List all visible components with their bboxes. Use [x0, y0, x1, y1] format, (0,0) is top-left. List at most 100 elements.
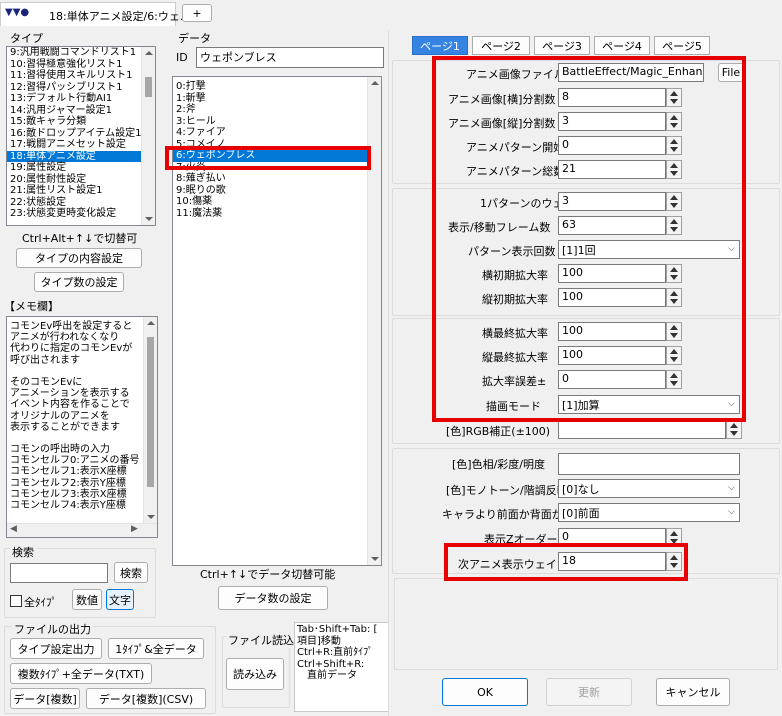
type-list-item[interactable]: 20:属性耐性設定 — [7, 174, 143, 186]
type-list-item[interactable]: 21:属性リスト設定1 — [7, 185, 143, 197]
type-content-button[interactable]: タイプの内容設定 — [16, 248, 142, 268]
memo-line: 呼び出されます — [10, 354, 80, 366]
chevron-down-icon: ⌵ — [728, 483, 735, 493]
all-types-label: 全ﾀｲﾌﾟ — [24, 596, 57, 609]
type-list-item[interactable]: 15:敵キャラ分類 — [7, 116, 143, 128]
add-tab-button[interactable]: + — [182, 4, 212, 22]
type-list-item[interactable]: 10:習得極意強化リスト1 — [7, 59, 143, 71]
memo-scrollbar[interactable] — [143, 317, 157, 523]
text-search-button[interactable]: 文字 — [106, 589, 134, 610]
memo-line: 代わりに指定のコモンEvが — [10, 343, 133, 355]
scroll-thumb[interactable] — [147, 337, 154, 487]
scroll-down-icon[interactable] — [147, 515, 155, 519]
type-list-item[interactable]: 16:敵ドロップアイテム設定1 — [7, 128, 143, 140]
type-list-item[interactable]: 14:汎用ジャマー設定1 — [7, 105, 143, 117]
type-list-item[interactable]: 11:習得使用スキルリスト1 — [7, 70, 143, 82]
type-output-button[interactable]: タイプ設定出力 — [10, 638, 102, 659]
data-list-item[interactable]: 10:傷薬 — [173, 196, 367, 208]
memo-hscrollbar[interactable]: ◀ ▶ — [7, 523, 157, 537]
memo-line: コモンセルフ3:表示X座標 — [10, 488, 127, 500]
data-multi-button[interactable]: データ[複数] — [10, 688, 80, 709]
type-list-item[interactable]: 22:状態設定 — [7, 197, 143, 209]
type-list-scrollbar[interactable] — [141, 47, 155, 225]
data-name-input[interactable]: ウェポンブレス — [196, 47, 384, 68]
front-back-label: キャラより前面か背面か — [442, 508, 563, 521]
rgb-spinner[interactable] — [726, 420, 742, 439]
data-list-item[interactable]: 11:魔法薬 — [173, 208, 367, 220]
tab-page-2[interactable]: ページ2 — [472, 36, 530, 55]
shortcut-line: Ctrl+Shift+R: — [297, 658, 365, 670]
data-list-item[interactable]: 3:ヒール — [173, 116, 367, 128]
type-label: タイプ — [10, 32, 43, 45]
data-list-item[interactable]: 4:ファイア — [173, 127, 367, 139]
memo-line: コモンの呼出時の入力 — [10, 444, 110, 456]
all-types-checkbox[interactable] — [10, 595, 22, 607]
rgb-input[interactable] — [558, 420, 726, 439]
data-list-item[interactable]: 2:斧 — [173, 104, 367, 116]
file-read-label: ファイル読込 — [226, 632, 296, 648]
hsv-input[interactable] — [558, 453, 740, 475]
tab-page-4[interactable]: ページ4 — [594, 36, 650, 55]
window-tab[interactable]: ▼▼● 18:単体アニメ設定/6:ウェ... — [0, 2, 190, 26]
type-list-item[interactable]: 13:デフォルト行動AI1 — [7, 93, 143, 105]
search-label: 検索 — [10, 544, 36, 560]
scroll-up-icon[interactable] — [371, 81, 379, 85]
memo-line: アニメーションを表示する — [10, 388, 130, 400]
tab-page-3[interactable]: ページ3 — [534, 36, 590, 55]
window-title: 18:単体アニメ設定/6:ウェ... — [49, 10, 191, 23]
collapse-icon[interactable]: ▼▼● — [5, 7, 29, 18]
memo-line: オリジナルのアニメを — [10, 410, 110, 422]
shortcut-line: Tab･Shift+Tab: [ — [297, 624, 378, 635]
type-list-item[interactable]: 17:戦闘アニメセット設定 — [7, 139, 143, 151]
scroll-up-icon[interactable] — [147, 321, 155, 325]
read-button[interactable]: 読み込み — [226, 658, 284, 690]
hsv-label: [色]色相/彩度/明度 — [452, 458, 545, 471]
one-type-all-button[interactable]: 1ﾀｲﾌﾟ&全データ — [108, 638, 204, 659]
memo-line: そのコモンEvに — [10, 376, 83, 388]
data-switch-hint: Ctrl+↑↓でデータ切替可能 — [200, 568, 336, 581]
tab-page-1[interactable]: ページ1 — [412, 36, 468, 55]
front-back-value: [0]前面 — [562, 507, 600, 520]
numeric-search-button[interactable]: 数値 — [72, 589, 102, 610]
type-switch-hint: Ctrl+Alt+↑↓で切替可 — [22, 232, 138, 245]
memo-line: コモンセルフ0:アニメの番号 — [10, 455, 140, 467]
settings-highlight — [432, 56, 746, 422]
data-multi-csv-button[interactable]: データ[複数](CSV) — [86, 688, 206, 709]
type-list-item[interactable]: 19:属性設定 — [7, 162, 143, 174]
scroll-down-icon[interactable] — [371, 557, 379, 561]
shortcut-line: 項目]移動 — [297, 635, 341, 647]
mono-value: [0]なし — [562, 483, 600, 496]
type-list-item[interactable]: 9:汎用戦闘コマンドリスト1 — [7, 47, 143, 59]
memo-textarea[interactable]: コモンEv呼出を設定すると アニメが行われなくなり 代わりに指定のコモンEvが 呼び出… — [6, 316, 158, 538]
memo-line: コモンEv呼出を設定すると — [10, 321, 133, 332]
data-list-item[interactable]: 0:打撃 — [173, 81, 367, 93]
update-button[interactable]: 更新 — [546, 678, 632, 706]
type-count-button[interactable]: タイプ数の設定 — [34, 272, 124, 292]
type-list-item[interactable]: 12:習得パッシブリスト1 — [7, 82, 143, 94]
search-input[interactable] — [10, 563, 108, 583]
type-list-item[interactable]: 18:単体アニメ設定 — [7, 150, 143, 162]
front-back-select[interactable]: [0]前面 ⌵ — [558, 503, 740, 522]
notes-area[interactable] — [394, 578, 778, 670]
scroll-left-icon[interactable]: ◀ — [10, 524, 17, 534]
data-count-button[interactable]: データ数の設定 — [218, 586, 328, 610]
data-list-item[interactable]: 1:斬撃 — [173, 93, 367, 105]
tab-page-5[interactable]: ページ5 — [654, 36, 710, 55]
scroll-up-icon[interactable] — [145, 51, 153, 55]
data-list-item[interactable]: 8:薙ぎ払い — [173, 173, 367, 185]
ok-button[interactable]: OK — [442, 678, 528, 706]
type-list[interactable]: 9:汎用戦闘コマンドリスト1 10:習得極意強化リスト1 11:習得使用スキルリスト… — [6, 46, 156, 226]
data-list-item[interactable]: 9:眠りの歌 — [173, 185, 367, 197]
search-button[interactable]: 検索 — [114, 562, 148, 583]
scroll-down-icon[interactable] — [145, 217, 153, 221]
shortcut-line: 直前データ — [297, 670, 357, 681]
multi-type-all-txt-button[interactable]: 複数ﾀｲﾌﾟ+全データ(TXT) — [10, 663, 152, 684]
file-output-label: ファイルの出力 — [12, 621, 93, 637]
type-list-item[interactable]: 23:状態変更時変化設定 — [7, 208, 143, 220]
scroll-thumb[interactable] — [145, 77, 152, 97]
shortcut-hints: Tab･Shift+Tab: [項目]移動 Ctrl+R:直前ﾀｲﾌﾟ Ctrl+S… — [294, 622, 392, 712]
scroll-right-icon[interactable]: ▶ — [131, 524, 138, 534]
mono-select[interactable]: [0]なし ⌵ — [558, 479, 740, 498]
memo-label: 【メモ欄】 — [4, 300, 59, 313]
cancel-button[interactable]: キャンセル — [656, 678, 730, 706]
